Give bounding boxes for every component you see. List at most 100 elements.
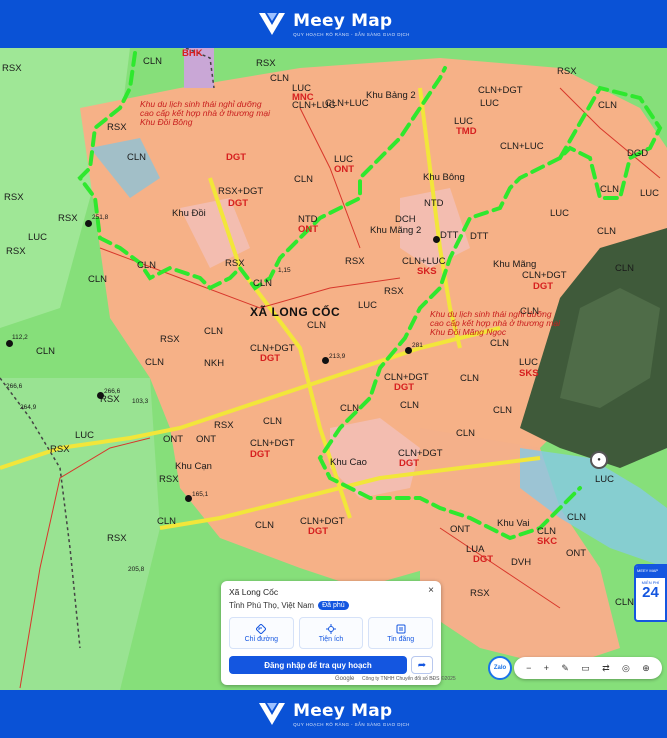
listings-button[interactable]: Tin đăng bbox=[368, 617, 434, 649]
land-code: DGT bbox=[473, 554, 494, 565]
directions-icon bbox=[256, 623, 267, 634]
land-code: CLN bbox=[598, 100, 618, 111]
layers-icon[interactable]: ▭ bbox=[581, 663, 590, 674]
land-code: LUC bbox=[358, 300, 378, 311]
land-code: RSX bbox=[214, 420, 234, 431]
brand-logo-footer[interactable]: Meey Map QUY HOẠCH RÕ RÀNG - SẴN SÀNG GI… bbox=[257, 701, 410, 727]
land-code: LUC bbox=[640, 188, 660, 199]
location-title: Xã Long Cốc bbox=[229, 587, 279, 597]
land-code: CLN bbox=[145, 357, 165, 368]
draw-tool-icon[interactable]: ✎ bbox=[561, 663, 569, 674]
share-icon[interactable]: ➦ bbox=[411, 656, 433, 674]
map-location-marker-icon[interactable]: ● bbox=[590, 451, 608, 469]
land-code: LUC bbox=[550, 208, 570, 219]
land-code: DGT bbox=[394, 382, 415, 393]
land-code: CLN bbox=[493, 405, 513, 416]
close-icon[interactable]: × bbox=[428, 585, 434, 596]
land-code: NKH bbox=[204, 358, 225, 369]
land-code: ONT bbox=[196, 434, 217, 445]
land-code: LUC bbox=[75, 430, 95, 441]
land-code: ONT bbox=[298, 224, 319, 235]
land-code: ONT bbox=[163, 434, 184, 445]
add-icon[interactable]: ⊕ bbox=[642, 663, 650, 674]
place-label: Khu Cạn bbox=[175, 461, 212, 472]
land-code: LUC bbox=[519, 357, 539, 368]
place-label: Khu Bảng 2 bbox=[366, 90, 416, 101]
location-subtitle: Tỉnh Phú Thọ, Việt Nam bbox=[229, 601, 315, 610]
land-code: RSX bbox=[470, 588, 490, 599]
place-label: Khu Bông bbox=[423, 172, 465, 183]
place-label: Khu Mãng bbox=[493, 259, 537, 270]
land-code: CLN bbox=[137, 260, 157, 271]
land-code: LUC bbox=[480, 98, 500, 109]
land-code: RSX bbox=[345, 256, 365, 267]
google-attribution: Google Công ty TNHH Chuyển đổi số BĐS ©2… bbox=[335, 676, 456, 682]
land-code: RSX bbox=[4, 192, 24, 203]
land-code: CLN bbox=[615, 263, 635, 274]
listings-label: Tin đăng bbox=[387, 635, 415, 643]
promo-banner[interactable]: MEEY MAP MIỄN PHÍ 24 bbox=[634, 564, 667, 622]
land-code: CLN bbox=[307, 320, 327, 331]
land-code: CLN bbox=[263, 416, 283, 427]
land-code: CLN+DGT bbox=[250, 438, 295, 449]
land-code: RSX bbox=[107, 533, 127, 544]
brand-name-footer: Meey Map bbox=[293, 701, 393, 721]
land-code: CLN bbox=[520, 306, 540, 317]
location-info-card: × Xã Long Cốc Tỉnh Phú Thọ, Việt Nam Đã … bbox=[221, 581, 441, 685]
locate-icon[interactable]: ◎ bbox=[622, 663, 630, 674]
elevation-label: 213,9 bbox=[329, 353, 346, 360]
brand-logo[interactable]: Meey Map QUY HOẠCH RÕ RÀNG - SẴN SÀNG GI… bbox=[257, 11, 410, 37]
elevation-label: 264,9 bbox=[20, 404, 37, 411]
land-code: CLN bbox=[204, 326, 224, 337]
land-code: CLN+DGT bbox=[478, 85, 523, 96]
land-code: DVH bbox=[511, 557, 532, 568]
compare-icon[interactable]: ⇄ bbox=[602, 663, 610, 674]
planning-map[interactable]: Khu du lịch sinh thái nghỉ dưỡng cao cấp… bbox=[0, 48, 667, 690]
land-code: RSX bbox=[384, 286, 404, 297]
land-code: DGT bbox=[533, 281, 554, 292]
land-code: CLN bbox=[270, 73, 290, 84]
annotation-resort-1: Khu du lịch sinh thái nghỉ dưỡng cao cấp… bbox=[140, 99, 270, 127]
elevation-label: 165,1 bbox=[192, 491, 209, 498]
land-code: CLN bbox=[157, 516, 177, 527]
brand-name: Meey Map bbox=[293, 11, 393, 31]
amenities-button[interactable]: Tiện ích bbox=[298, 617, 364, 649]
land-code: CLN bbox=[253, 278, 273, 289]
footer-bar: Meey Map QUY HOẠCH RÕ RÀNG - SẴN SÀNG GI… bbox=[0, 690, 667, 738]
land-code: RSX bbox=[160, 334, 180, 345]
zoom-in-button[interactable]: + bbox=[544, 663, 549, 673]
elevation-label: 266,6 bbox=[6, 383, 23, 390]
elevation-label: 112,2 bbox=[12, 334, 28, 341]
copyright-text: Công ty TNHH Chuyển đổi số BĐS ©2025 bbox=[362, 676, 456, 682]
brand-tagline-footer: QUY HOẠCH RÕ RÀNG - SẴN SÀNG GIAO DỊCH bbox=[293, 722, 410, 727]
promo-title: MEEY MAP bbox=[636, 566, 665, 578]
land-code: DGD bbox=[627, 148, 649, 159]
land-code: ONT bbox=[450, 524, 471, 535]
land-code: RSX bbox=[557, 66, 577, 77]
promo-value: 24 bbox=[642, 584, 659, 601]
land-code: DGT bbox=[228, 198, 249, 209]
land-code: RSX bbox=[256, 58, 276, 69]
land-code: CLN bbox=[615, 597, 635, 608]
login-button[interactable]: Đăng nhập để tra quy hoạch bbox=[229, 656, 407, 674]
annotation-resort-2: Khu du lịch sinh thái nghỉ dưỡng cao cấp… bbox=[430, 309, 560, 337]
land-code: DCH bbox=[395, 214, 416, 225]
land-code: RSX bbox=[2, 63, 22, 74]
amenities-icon bbox=[326, 623, 336, 634]
land-code: CLN+LUC bbox=[500, 141, 544, 152]
place-label: Khu Mãng 2 bbox=[370, 225, 422, 236]
land-code: RSX+DGT bbox=[218, 186, 264, 197]
land-code: CLN bbox=[294, 174, 314, 185]
elevation-dot bbox=[6, 340, 13, 347]
place-label: Khu Đồi bbox=[172, 208, 206, 219]
coverage-badge: Đã phủ bbox=[318, 601, 349, 610]
land-code: SKS bbox=[519, 368, 539, 379]
zoom-out-button[interactable]: − bbox=[526, 663, 531, 673]
land-code: CLN bbox=[127, 152, 147, 163]
land-code: DGT bbox=[399, 458, 420, 469]
zalo-chat-button[interactable]: Zalo bbox=[488, 656, 512, 680]
land-code: LUC bbox=[28, 232, 48, 243]
land-code: SKS bbox=[417, 266, 437, 277]
directions-button[interactable]: Chỉ đường bbox=[229, 617, 294, 649]
land-code: CLN bbox=[143, 56, 163, 67]
